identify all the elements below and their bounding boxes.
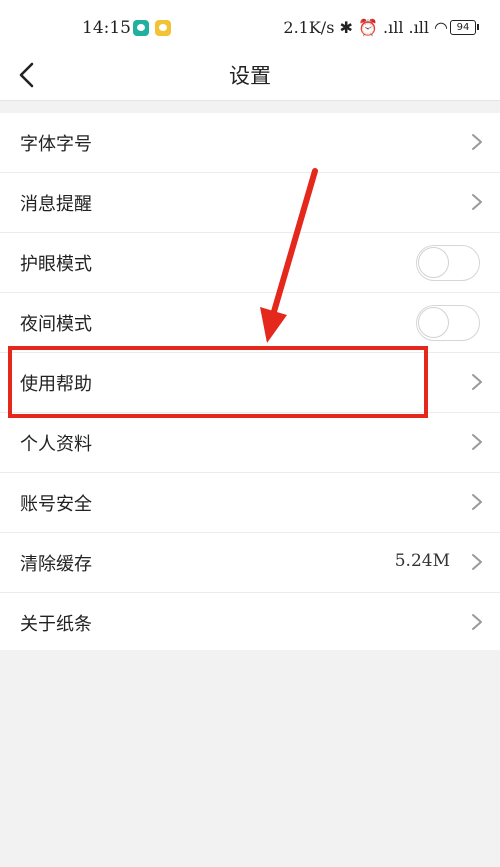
night-mode-toggle[interactable] xyxy=(416,305,480,341)
settings-item-label: 关于纸条 xyxy=(20,614,92,635)
settings-item-night-mode: 夜间模式 xyxy=(0,293,500,353)
page-title: 设置 xyxy=(229,64,271,88)
settings-item-font-size[interactable]: 字体字号 xyxy=(0,113,500,173)
cache-size-value: 5.24M xyxy=(394,551,450,571)
chevron-right-icon xyxy=(472,374,482,390)
status-bar: 14:15 2.1K/s ✱ ⏰ .ıll .ıll ◠ 94 xyxy=(0,0,500,56)
chevron-right-icon xyxy=(472,554,482,570)
settings-item-about[interactable]: 关于纸条 xyxy=(0,593,500,652)
eye-care-toggle[interactable] xyxy=(416,245,480,281)
chevron-right-icon xyxy=(472,194,482,210)
toggle-knob xyxy=(418,307,449,338)
settings-item-label: 消息提醒 xyxy=(20,194,92,215)
chat-notification-icon xyxy=(133,20,149,36)
toggle-knob xyxy=(418,247,449,278)
settings-item-notifications[interactable]: 消息提醒 xyxy=(0,173,500,233)
chevron-right-icon xyxy=(472,434,482,450)
settings-item-label: 护眼模式 xyxy=(20,254,92,275)
settings-item-label: 夜间模式 xyxy=(20,314,92,335)
settings-item-label: 个人资料 xyxy=(20,434,92,455)
chevron-right-icon xyxy=(472,494,482,510)
settings-item-account-security[interactable]: 账号安全 xyxy=(0,473,500,533)
status-time: 14:15 xyxy=(82,18,131,38)
annotation-highlight-box xyxy=(8,346,428,418)
settings-item-label: 账号安全 xyxy=(20,494,92,515)
battery-icon: 94 xyxy=(450,20,479,35)
note-notification-icon xyxy=(155,20,171,36)
annotation-arrow xyxy=(260,168,318,343)
settings-item-label: 清除缓存 xyxy=(20,554,92,575)
settings-item-clear-cache[interactable]: 清除缓存 5.24M xyxy=(0,533,500,593)
settings-item-label: 字体字号 xyxy=(20,134,92,155)
settings-item-profile[interactable]: 个人资料 xyxy=(0,413,500,473)
top-nav-bar: 设置 xyxy=(0,56,500,101)
status-indicators: 2.1K/s ✱ ⏰ .ıll .ıll ◠ xyxy=(283,18,448,37)
chevron-right-icon xyxy=(472,134,482,150)
chevron-right-icon xyxy=(472,614,482,630)
settings-item-eye-care-mode: 护眼模式 xyxy=(0,233,500,293)
